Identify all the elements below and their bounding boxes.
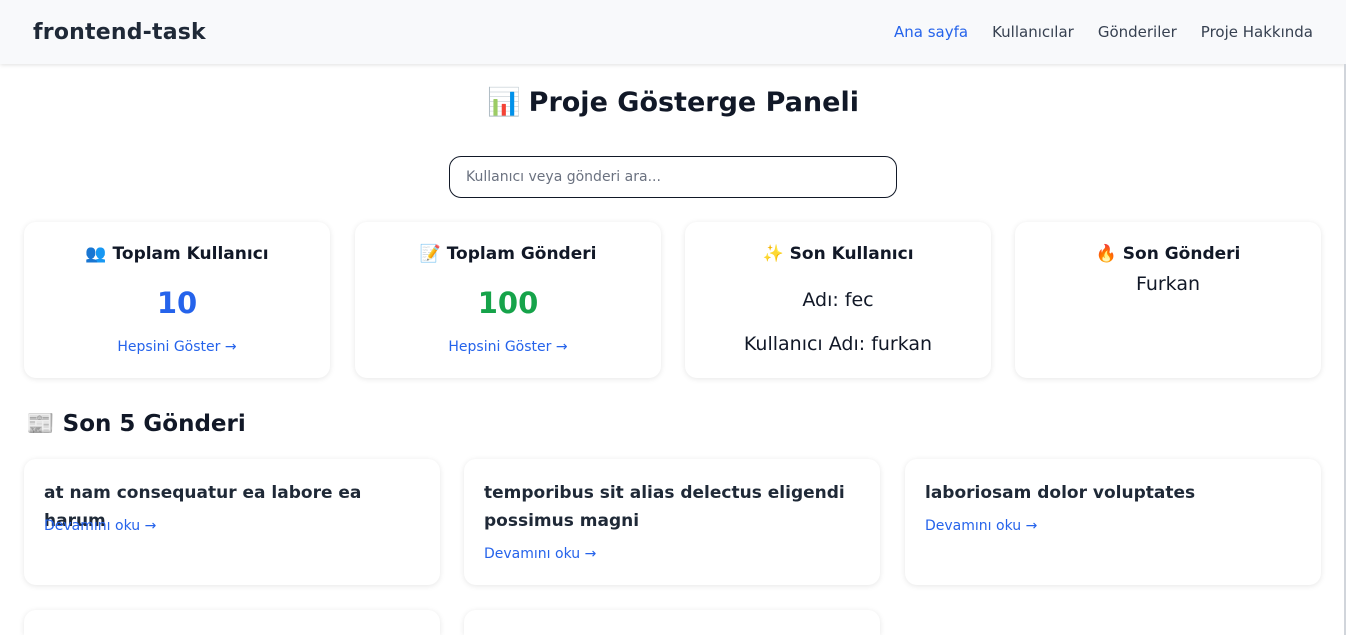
post-card[interactable]: laboriosam dolor voluptates Devamını oku… bbox=[905, 459, 1321, 585]
last-user-name: Adı: fec bbox=[802, 289, 874, 311]
show-all-posts-link[interactable]: Hepsini Göster → bbox=[355, 339, 661, 355]
page-title: 📊 Proje Gösterge Paneli bbox=[0, 86, 1346, 118]
nav-link-about[interactable]: Proje Hakkında bbox=[1201, 23, 1313, 41]
users-icon: 👥 bbox=[85, 244, 107, 264]
recent-posts-title: 📰 Son 5 Gönderi bbox=[26, 410, 246, 437]
last-user-username: Kullanıcı Adı: furkan bbox=[743, 333, 933, 355]
stat-card-total-users: 👥 Toplam Kullanıcı 10 Hepsini Göster → bbox=[24, 222, 330, 378]
post-card[interactable] bbox=[464, 610, 880, 635]
fire-icon: 🔥 bbox=[1095, 244, 1117, 264]
nav-link-posts[interactable]: Gönderiler bbox=[1098, 23, 1177, 41]
nav-links: Ana sayfa Kullanıcılar Gönderiler Proje … bbox=[894, 23, 1313, 41]
show-all-users-link[interactable]: Hepsini Göster → bbox=[24, 339, 330, 355]
sparkles-icon: ✨ bbox=[762, 244, 784, 264]
total-posts-count: 100 bbox=[477, 286, 539, 320]
post-card[interactable]: at nam consequatur ea labore ea harum De… bbox=[24, 459, 440, 585]
stat-title: 👥 Toplam Kullanıcı bbox=[24, 244, 330, 264]
read-more-link[interactable]: Devamını oku → bbox=[925, 518, 1037, 534]
stat-card-total-posts: 📝 Toplam Gönderi 100 Hepsini Göster → bbox=[355, 222, 661, 378]
section-title-text: Son 5 Gönderi bbox=[62, 411, 246, 437]
last-post-value: Furkan bbox=[1135, 273, 1201, 295]
page-title-text: Proje Gösterge Paneli bbox=[528, 87, 859, 118]
nav-link-home[interactable]: Ana sayfa bbox=[894, 23, 968, 41]
stat-card-last-post: 🔥 Son Gönderi Furkan bbox=[1015, 222, 1321, 378]
total-users-count: 10 bbox=[156, 286, 198, 320]
stat-title-text: Son Kullanıcı bbox=[789, 244, 914, 264]
read-more-link[interactable]: Devamını oku → bbox=[44, 518, 156, 534]
brand-logo[interactable]: frontend-task bbox=[33, 20, 206, 45]
stat-title: 🔥 Son Gönderi bbox=[1015, 244, 1321, 264]
stat-card-last-user: ✨ Son Kullanıcı Adı: fec Kullanıcı Adı: f… bbox=[685, 222, 991, 378]
stat-title-text: Son Gönderi bbox=[1122, 244, 1241, 264]
stat-title: ✨ Son Kullanıcı bbox=[685, 244, 991, 264]
stat-title: 📝 Toplam Gönderi bbox=[355, 244, 661, 264]
newspaper-icon: 📰 bbox=[26, 411, 55, 437]
memo-icon: 📝 bbox=[419, 244, 441, 264]
post-card[interactable]: temporibus sit alias delectus eligendi p… bbox=[464, 459, 880, 585]
bar-chart-icon: 📊 bbox=[487, 87, 521, 118]
read-more-link[interactable]: Devamını oku → bbox=[484, 546, 596, 562]
stat-title-text: Toplam Gönderi bbox=[446, 244, 597, 264]
post-title[interactable]: laboriosam dolor voluptates bbox=[925, 479, 1301, 507]
post-card[interactable] bbox=[24, 610, 440, 635]
nav-link-users[interactable]: Kullanıcılar bbox=[992, 23, 1074, 41]
search-input[interactable] bbox=[449, 156, 897, 198]
stat-title-text: Toplam Kullanıcı bbox=[112, 244, 269, 264]
post-title[interactable]: temporibus sit alias delectus eligendi p… bbox=[484, 479, 860, 535]
navbar: frontend-task Ana sayfa Kullanıcılar Gön… bbox=[0, 0, 1346, 64]
